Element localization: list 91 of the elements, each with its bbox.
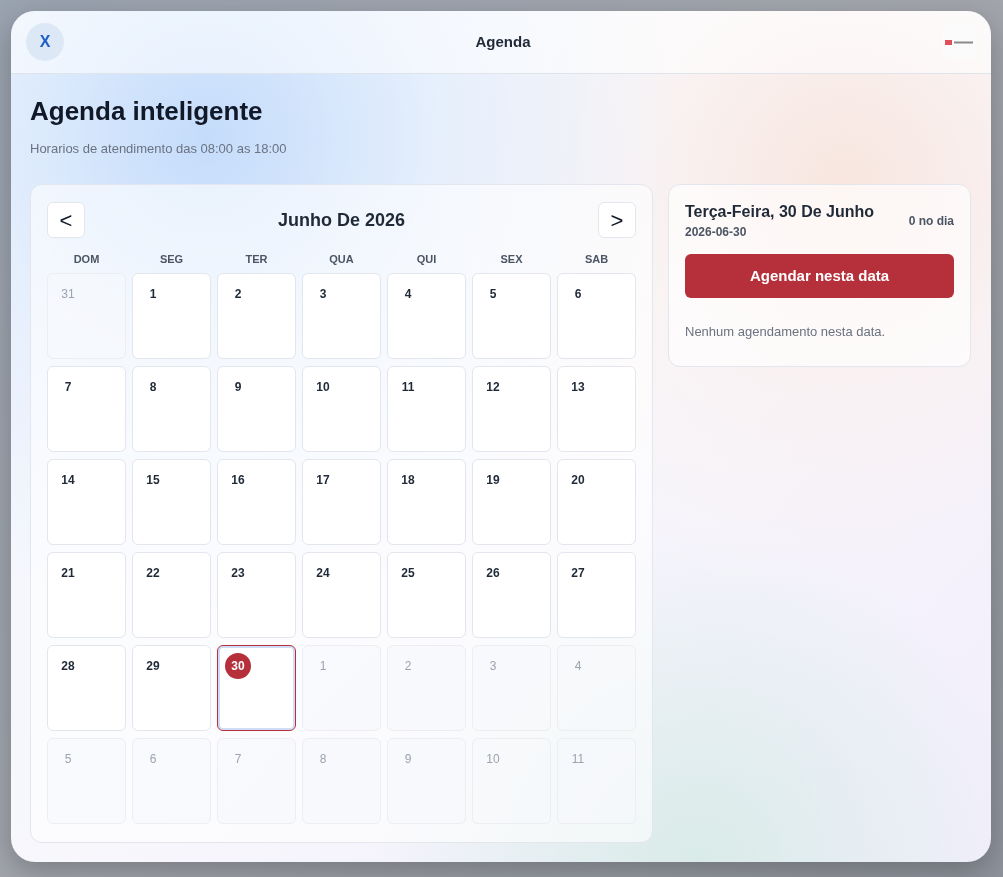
day-cell[interactable]: 18 — [387, 459, 466, 545]
page-subtitle: Horarios de atendimento das 08:00 as 18:00 — [30, 140, 287, 158]
day-cell[interactable]: 7 — [47, 366, 126, 452]
day-number: 21 — [60, 565, 76, 582]
day-number: 8 — [148, 379, 158, 396]
day-number: 11 — [400, 379, 416, 396]
day-number: 3 — [318, 286, 328, 303]
day-cell[interactable]: 1 — [132, 273, 211, 359]
day-number: 18 — [400, 472, 416, 489]
schedule-button[interactable]: Agendar nesta data — [685, 254, 954, 298]
day-number: 7 — [233, 751, 243, 768]
day-number: 17 — [315, 472, 331, 489]
day-number: 6 — [148, 751, 158, 768]
appointment-count: 0 no dia — [908, 213, 954, 230]
day-number: 2 — [403, 658, 413, 675]
day-number: 22 — [145, 565, 161, 582]
day-number: 4 — [573, 658, 583, 675]
day-number: 24 — [315, 565, 331, 582]
day-cell[interactable]: 25 — [387, 552, 466, 638]
day-cell[interactable]: 14 — [47, 459, 126, 545]
day-number: 27 — [570, 565, 586, 582]
day-number: 25 — [400, 565, 416, 582]
day-number: 13 — [570, 379, 586, 396]
empty-message: Nenhum agendamento nesta data. — [685, 323, 886, 341]
day-cell[interactable]: 11 — [387, 366, 466, 452]
day-number: 28 — [60, 658, 76, 675]
day-number: 3 — [488, 658, 498, 675]
day-number: 12 — [485, 379, 501, 396]
day-number: 10 — [315, 379, 331, 396]
day-number: 29 — [145, 658, 161, 675]
day-cell[interactable]: 13 — [557, 366, 636, 452]
day-number: 16 — [230, 472, 246, 489]
day-number: 1 — [148, 286, 158, 303]
day-cell[interactable]: 15 — [132, 459, 211, 545]
day-number: 5 — [488, 286, 498, 303]
month-title: Junho De 2026 — [277, 208, 405, 232]
day-cell[interactable]: 17 — [302, 459, 381, 545]
weekday-label: TER — [245, 252, 268, 268]
day-number: 31 — [60, 286, 76, 303]
day-cell[interactable]: 3 — [302, 273, 381, 359]
day-cell[interactable]: 22 — [132, 552, 211, 638]
day-number: 23 — [230, 565, 246, 582]
day-number: 2 — [233, 286, 243, 303]
day-cell[interactable]: 29 — [132, 645, 211, 731]
window-title: Agenda — [475, 31, 531, 52]
day-cell[interactable]: 12 — [472, 366, 551, 452]
weekday-label: QUI — [416, 252, 437, 268]
day-number: 10 — [485, 751, 501, 768]
day-number: 19 — [485, 472, 501, 489]
day-cell[interactable]: 6 — [557, 273, 636, 359]
day-cell[interactable]: 23 — [217, 552, 296, 638]
day-cell[interactable]: 24 — [302, 552, 381, 638]
weekday-label: SAB — [584, 252, 609, 268]
next-month-button[interactable]: > — [598, 202, 636, 238]
weekday-label: SEX — [500, 252, 523, 268]
day-number: 1 — [318, 658, 328, 675]
day-number: 20 — [570, 472, 586, 489]
day-cell[interactable]: 4 — [387, 273, 466, 359]
day-cell[interactable]: 30 — [217, 645, 296, 731]
day-cell[interactable]: 16 — [217, 459, 296, 545]
day-cell[interactable]: 27 — [557, 552, 636, 638]
weekday-label: SEG — [159, 252, 184, 268]
day-number: 9 — [403, 751, 413, 768]
day-cell[interactable]: 21 — [47, 552, 126, 638]
previous-month-button[interactable]: < — [47, 202, 85, 238]
day-cell[interactable]: 28 — [47, 645, 126, 731]
weekday-label: DOM — [73, 252, 100, 268]
day-number: 30 — [225, 653, 251, 679]
day-number: 8 — [318, 751, 328, 768]
day-number: 7 — [63, 379, 73, 396]
day-cell[interactable]: 5 — [472, 273, 551, 359]
day-number: 15 — [145, 472, 161, 489]
day-number: 11 — [570, 751, 586, 768]
day-cell[interactable]: 20 — [557, 459, 636, 545]
page-title: Agenda inteligente — [30, 96, 263, 126]
selected-date-value: 2026-06-30 — [685, 224, 747, 240]
day-number: 5 — [63, 751, 73, 768]
day-cell[interactable]: 10 — [302, 366, 381, 452]
day-cell[interactable]: 2 — [217, 273, 296, 359]
selected-date-title: Terça-Feira, 30 De Junho — [685, 202, 875, 222]
day-number: 14 — [60, 472, 76, 489]
close-button[interactable]: X — [26, 23, 64, 61]
day-number: 4 — [403, 286, 413, 303]
day-number: 6 — [573, 286, 583, 303]
weekday-label: QUA — [329, 252, 354, 268]
day-cell[interactable]: 26 — [472, 552, 551, 638]
day-cell[interactable]: 8 — [132, 366, 211, 452]
day-number: 26 — [485, 565, 501, 582]
day-cell[interactable]: 19 — [472, 459, 551, 545]
day-cell[interactable]: 9 — [217, 366, 296, 452]
day-number: 9 — [233, 379, 243, 396]
